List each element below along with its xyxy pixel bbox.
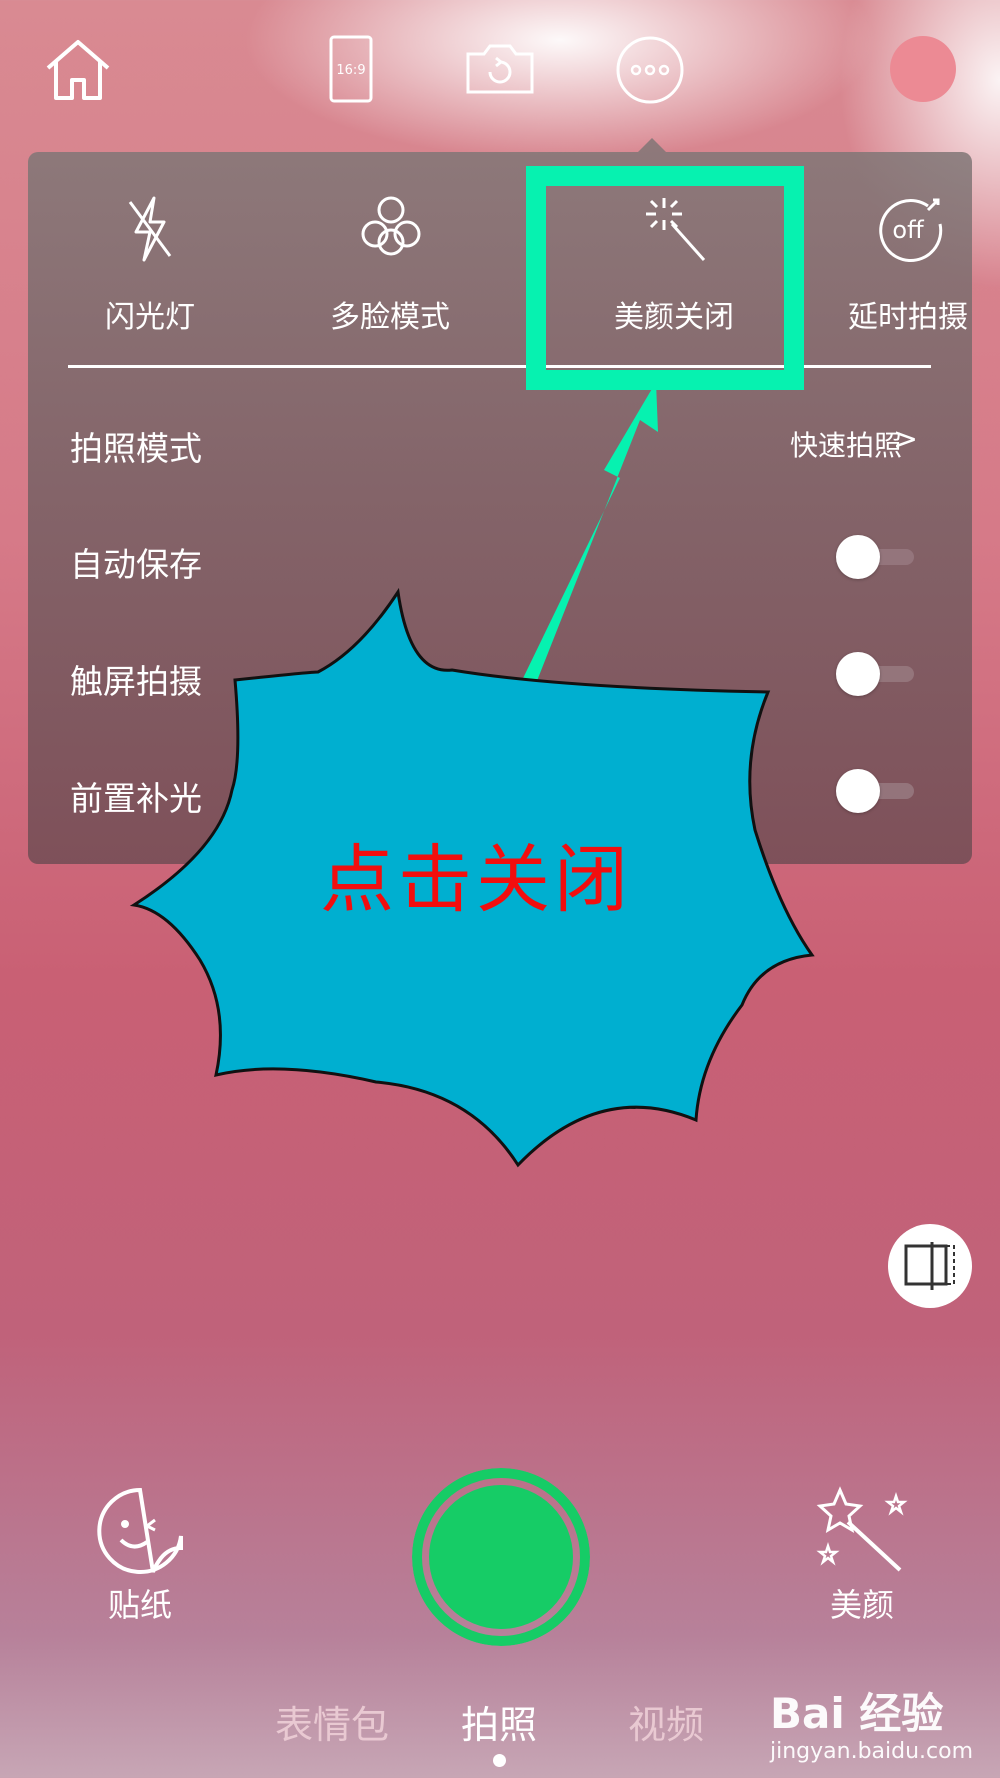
tab-video[interactable]: 视频 (628, 1694, 704, 1749)
tab-photo[interactable]: 拍照 (461, 1694, 537, 1749)
sticker-button[interactable]: 贴纸 (90, 1486, 190, 1626)
beauty-label: 美颜 (829, 1586, 894, 1624)
tab-emoji-pack[interactable]: 表情包 (275, 1694, 389, 1749)
shutter-button[interactable] (412, 1468, 590, 1646)
beauty-button[interactable]: 美颜 (814, 1486, 910, 1626)
magic-wand-icon (816, 1486, 908, 1572)
sticker-label: 贴纸 (107, 1586, 172, 1624)
compare-button[interactable] (888, 1224, 972, 1308)
baidu-watermark: Bai 经验 jingyan.baidu.com (770, 1680, 973, 1764)
callout-text: 点击关闭 (320, 837, 632, 923)
split-compare-icon (904, 1242, 955, 1290)
watermark-url: jingyan.baidu.com (770, 1739, 974, 1764)
active-tab-indicator (493, 1754, 506, 1767)
sticker-icon (97, 1487, 183, 1574)
watermark-brand: Bai 经验 (770, 1689, 944, 1738)
